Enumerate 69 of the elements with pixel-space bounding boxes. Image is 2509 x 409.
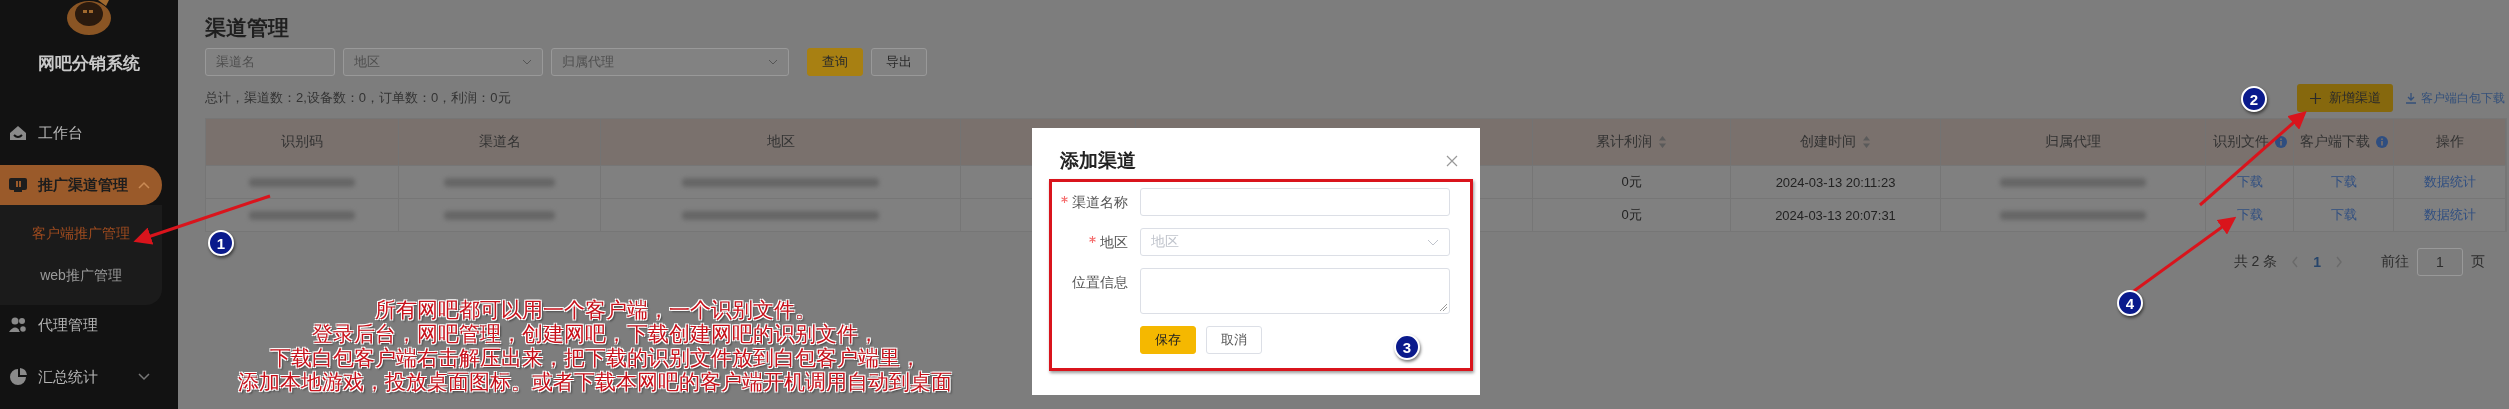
download-icon: [2405, 92, 2417, 104]
column-header: 操作: [2435, 133, 2464, 151]
chevron-down-icon: [522, 59, 532, 65]
select-field[interactable]: 地区: [1140, 228, 1450, 256]
pie-chart-icon: [8, 367, 28, 387]
chevron-down-icon: [1427, 238, 1439, 246]
textarea-field[interactable]: [1140, 268, 1450, 314]
column-header: 归属代理: [2045, 133, 2101, 151]
sort-icon[interactable]: [1862, 135, 1871, 149]
download-link[interactable]: 客户端白包下载: [2405, 89, 2505, 107]
plus-icon: [2309, 92, 2321, 104]
close-icon[interactable]: [1446, 155, 1458, 167]
required-star-icon: [1089, 236, 1096, 243]
page-input[interactable]: 1: [2417, 248, 2463, 276]
chevron-up-icon: [138, 181, 150, 189]
table-cell: 0元: [1621, 206, 1642, 224]
input-field[interactable]: [1140, 188, 1450, 216]
sidebar-item[interactable]: 推广渠道管理: [0, 165, 162, 205]
summary-text: 总计，渠道数：2,设备数：0，订单数：0，利润：0元: [205, 89, 511, 107]
chevron-down-icon: [138, 373, 150, 381]
home-icon: [8, 123, 28, 143]
dialog-title: 添加渠道: [1060, 149, 1136, 173]
resize-handle-icon: [1440, 304, 1447, 311]
sidebar-item[interactable]: 汇总统计: [0, 357, 162, 397]
total-count: 共 2 条: [2233, 253, 2278, 271]
sidebar-item[interactable]: 代理管理: [0, 305, 162, 345]
info-icon: [2375, 136, 2388, 148]
page-number[interactable]: 1: [2313, 254, 2321, 270]
table-link[interactable]: 数据统计: [2423, 206, 2476, 224]
info-icon: [2274, 136, 2287, 148]
column-header: 累计利润: [1596, 133, 1652, 151]
column-header: 地区: [766, 133, 795, 151]
table-link[interactable]: 下载: [2330, 206, 2357, 224]
page-label: 页: [2471, 253, 2485, 271]
column-header: 渠道名: [478, 133, 521, 151]
column-header: 客户端下载: [2299, 133, 2370, 151]
people-icon: [8, 315, 28, 335]
step-marker: 1: [208, 230, 234, 256]
button[interactable]: 取消: [1206, 326, 1262, 354]
table-cell: 2024-03-13 20:11:23: [1775, 174, 1896, 190]
sidebar-item[interactable]: 工作台: [0, 113, 162, 153]
field-label: 渠道名称: [1060, 188, 1128, 216]
table-cell: 0元: [1621, 173, 1642, 191]
table-link[interactable]: 下载: [2236, 206, 2263, 224]
table-cell: 2024-03-13 20:07:31: [1775, 207, 1896, 223]
table-link[interactable]: 下载: [2330, 173, 2357, 191]
field-label: 地区: [1060, 228, 1128, 256]
button[interactable]: 导出: [871, 48, 927, 76]
step-marker: 2: [2241, 86, 2267, 112]
submenu-item[interactable]: 客户端推广管理: [0, 213, 162, 255]
table-link[interactable]: 数据统计: [2423, 173, 2476, 191]
required-star-icon: [1061, 196, 1068, 203]
button[interactable]: 保存: [1140, 326, 1196, 354]
annotation-text: 所有网吧都可以用一个客户端，一个识别文件。 登录后台，网吧管理，创建网吧，下载创建网吧的识别文件， 下载白包客户端右击解压出来，把下载的识别文件放到白包客户端里， 添加本地游戏，投放桌面图标。或者下载本网吧的客户端开机调用自动到桌面: [237, 298, 953, 394]
goto-label: 前往: [2381, 253, 2409, 271]
submenu-item[interactable]: web推广管理: [0, 255, 162, 297]
column-header: 识别文件: [2212, 133, 2269, 151]
column-header: 识别码: [281, 133, 323, 151]
brand-name: 网吧分销系统: [37, 53, 141, 75]
add-channel-button[interactable]: 新增渠道: [2297, 84, 2393, 112]
button[interactable]: 查询: [807, 48, 863, 76]
sort-icon[interactable]: [1658, 135, 1667, 149]
chevron-down-icon: [768, 59, 778, 65]
monitor-icon: [8, 175, 28, 195]
column-header: 创建时间: [1800, 133, 1856, 151]
step-marker: 4: [2117, 290, 2143, 316]
table-link[interactable]: 下载: [2236, 173, 2263, 191]
field-label: 位置信息: [1071, 273, 1128, 292]
page-title: 渠道管理: [205, 15, 290, 41]
